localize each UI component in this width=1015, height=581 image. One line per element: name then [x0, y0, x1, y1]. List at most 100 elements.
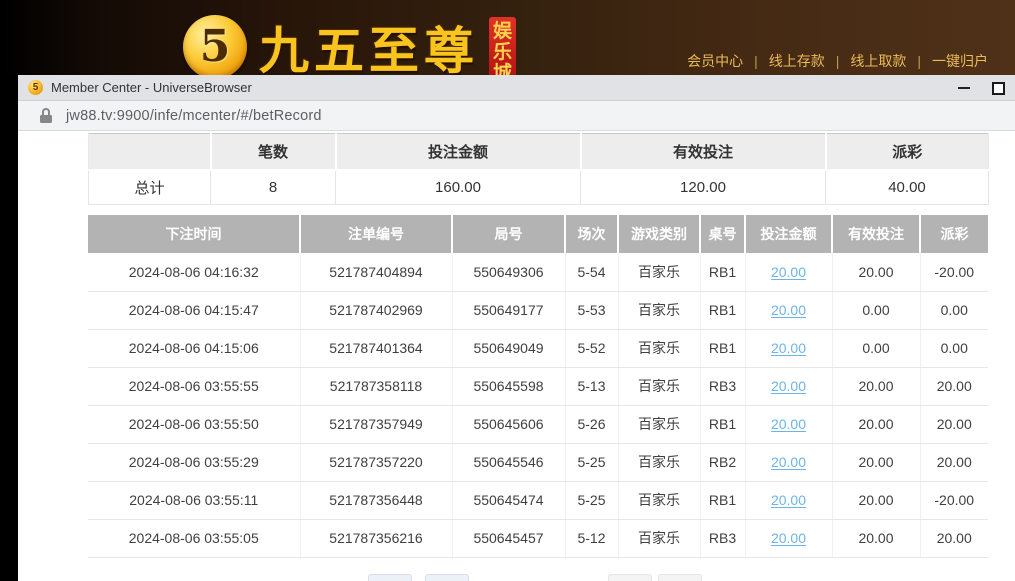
cell-session: 5-12	[565, 519, 618, 557]
cell-bet-amount: 20.00	[745, 519, 832, 557]
app-icon: 5	[28, 80, 43, 95]
column-header-bet-amount: 投注金额	[745, 215, 832, 253]
cell-game-type: 百家乐	[618, 367, 700, 405]
cell-bet-time: 2024-08-06 03:55:50	[88, 405, 300, 443]
column-header-table-no: 桌号	[700, 215, 745, 253]
site-nav: 会员中心 | 线上存款 | 线上取款 | 一键归户	[687, 51, 988, 71]
cell-bet-amount: 20.00	[745, 443, 832, 481]
cell-round-id: 550645606	[452, 405, 565, 443]
pagination-button-4[interactable]	[658, 574, 702, 581]
cell-bet-amount: 20.00	[745, 367, 832, 405]
nav-separator: |	[836, 53, 840, 69]
cell-payout: -20.00	[920, 481, 988, 519]
cell-bet-time: 2024-08-06 04:16:32	[88, 253, 300, 291]
summary-header-row: 笔数 投注金额 有效投注 派彩	[89, 134, 989, 170]
summary-header-valid-bet: 有效投注	[581, 134, 826, 170]
bet-amount-link[interactable]: 20.00	[771, 530, 806, 546]
nav-item[interactable]: 一键归户	[932, 51, 988, 71]
cell-payout: 0.00	[920, 329, 988, 367]
browser-window: 5 Member Center - UniverseBrowser jw88.t…	[18, 75, 1015, 581]
cell-bet-id: 521787358118	[300, 367, 452, 405]
cell-bet-time: 2024-08-06 03:55:11	[88, 481, 300, 519]
cell-table-no: RB3	[700, 519, 745, 557]
cell-bet-id: 521787404894	[300, 253, 452, 291]
cell-bet-amount: 20.00	[745, 253, 832, 291]
pagination-button-2[interactable]	[425, 574, 469, 581]
column-header-valid-bet: 有效投注	[832, 215, 920, 253]
bet-amount-link[interactable]: 20.00	[771, 264, 806, 280]
cell-bet-amount: 20.00	[745, 291, 832, 329]
cell-payout: 20.00	[920, 405, 988, 443]
bet-amount-link[interactable]: 20.00	[771, 340, 806, 356]
badge-char: 乐	[493, 42, 512, 63]
cell-table-no: RB1	[700, 329, 745, 367]
cell-bet-time: 2024-08-06 03:55:05	[88, 519, 300, 557]
cell-payout: -20.00	[920, 253, 988, 291]
minimize-button[interactable]	[947, 75, 981, 101]
minimize-icon	[958, 87, 970, 89]
bet-amount-link[interactable]: 20.00	[771, 416, 806, 432]
cell-bet-time: 2024-08-06 04:15:47	[88, 291, 300, 329]
maximize-button[interactable]	[981, 75, 1015, 101]
bet-amount-link[interactable]: 20.00	[771, 454, 806, 470]
bet-row: 2024-08-06 03:55:05521787356216550645457…	[88, 519, 988, 557]
nav-separator: |	[754, 53, 758, 69]
cell-session: 5-53	[565, 291, 618, 329]
cell-session: 5-54	[565, 253, 618, 291]
cell-payout: 0.00	[920, 291, 988, 329]
maximize-icon	[992, 82, 1005, 95]
cell-round-id: 550645457	[452, 519, 565, 557]
page-content: 笔数 投注金额 有效投注 派彩 总计 8 160.00 120.00 40.00	[18, 132, 1015, 581]
url-bar[interactable]: jw88.tv:9900/infe/mcenter/#/betRecord	[18, 101, 1015, 131]
url-text[interactable]: jw88.tv:9900/infe/mcenter/#/betRecord	[66, 108, 322, 124]
cell-game-type: 百家乐	[618, 405, 700, 443]
cell-valid-bet: 0.00	[832, 291, 920, 329]
cell-bet-id: 521787356448	[300, 481, 452, 519]
cell-session: 5-25	[565, 481, 618, 519]
nav-item[interactable]: 线上存款	[769, 51, 825, 71]
nav-item[interactable]: 会员中心	[687, 51, 743, 71]
summary-header-empty	[89, 134, 211, 170]
window-titlebar[interactable]: 5 Member Center - UniverseBrowser	[18, 75, 1015, 101]
summary-header-bet-amount: 投注金额	[336, 134, 581, 170]
nav-separator: |	[917, 53, 921, 69]
summary-total-label: 总计	[89, 170, 211, 205]
bet-amount-link[interactable]: 20.00	[771, 302, 806, 318]
bet-row: 2024-08-06 03:55:29521787357220550645546…	[88, 443, 988, 481]
site-title: 九五至尊	[259, 11, 479, 83]
bet-amount-link[interactable]: 20.00	[771, 378, 806, 394]
app-icon-symbol: 5	[33, 82, 39, 93]
nav-item[interactable]: 线上取款	[850, 51, 906, 71]
column-header-payout: 派彩	[920, 215, 988, 253]
badge-char: 娱	[493, 21, 512, 42]
cell-table-no: RB2	[700, 443, 745, 481]
cell-game-type: 百家乐	[618, 481, 700, 519]
cell-bet-time: 2024-08-06 03:55:55	[88, 367, 300, 405]
bet-amount-link[interactable]: 20.00	[771, 492, 806, 508]
column-header-round-id: 局号	[452, 215, 565, 253]
bet-record-table: 下注时间注单编号局号场次游戏类别桌号投注金额有效投注派彩 2024-08-06 …	[88, 215, 988, 558]
summary-total-valid-bet: 120.00	[581, 170, 826, 205]
cell-valid-bet: 20.00	[832, 405, 920, 443]
cell-valid-bet: 0.00	[832, 329, 920, 367]
cell-round-id: 550649177	[452, 291, 565, 329]
cell-table-no: RB1	[700, 481, 745, 519]
summary-header-payout: 派彩	[826, 134, 989, 170]
cell-round-id: 550645598	[452, 367, 565, 405]
summary-total-bet-amount: 160.00	[336, 170, 581, 205]
cell-table-no: RB1	[700, 405, 745, 443]
column-header-session: 场次	[565, 215, 618, 253]
site-header: 5 九五至尊 娱 乐 城 会员中心|线上存款|线上取款|一键归户	[0, 0, 1015, 75]
cell-bet-time: 2024-08-06 04:15:06	[88, 329, 300, 367]
column-header-bet-id: 注单编号	[300, 215, 452, 253]
cell-round-id: 550645474	[452, 481, 565, 519]
lock-body	[40, 115, 52, 123]
cell-session: 5-25	[565, 443, 618, 481]
bet-table-body: 2024-08-06 04:16:32521787404894550649306…	[88, 253, 988, 557]
cell-round-id: 550649306	[452, 253, 565, 291]
cell-bet-id: 521787357949	[300, 405, 452, 443]
summary-total-payout: 40.00	[826, 170, 989, 205]
cell-game-type: 百家乐	[618, 443, 700, 481]
pagination-button-3[interactable]	[608, 574, 652, 581]
pagination-button-1[interactable]	[368, 574, 412, 581]
